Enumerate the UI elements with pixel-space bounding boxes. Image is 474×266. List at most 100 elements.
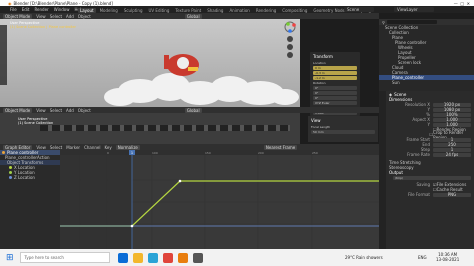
tab-layout[interactable]: Layout	[78, 7, 96, 13]
aspect-x-field[interactable]: 1.000	[433, 117, 471, 122]
pivot-dropdown[interactable]: Nearest Frame	[263, 144, 298, 150]
orientation-dropdown[interactable]: Global	[184, 13, 202, 19]
resolution-y-field[interactable]: 1080 px	[433, 107, 471, 112]
output-section[interactable]: Output	[387, 170, 474, 175]
curve-color-icon	[9, 171, 12, 174]
aspect-y-field[interactable]: 1.000	[433, 122, 471, 127]
tab-uv-editing[interactable]: UV Editing	[147, 8, 172, 13]
viewport-menu-object[interactable]: Object	[78, 14, 91, 19]
viewport-menu-add[interactable]: Add	[66, 14, 74, 19]
rotation-mode-dropdown[interactable]: XYZ Euler	[313, 101, 357, 105]
graph-menu-marker[interactable]: Marker	[66, 145, 80, 150]
edge-icon[interactable]	[147, 252, 158, 263]
graph-menu-key[interactable]: Key	[104, 145, 111, 150]
scene-selector[interactable]: Scene	[344, 7, 374, 12]
frame-start-field[interactable]: 1	[433, 137, 471, 142]
windows-start-icon[interactable]: ⊞	[6, 253, 14, 263]
window-title: Blender [D:\Blender\Plane\Plane - Copy (…	[13, 0, 113, 6]
frame-step-field[interactable]: 1	[433, 147, 471, 152]
location-x-field[interactable]: 0 m	[313, 66, 357, 70]
menu-render[interactable]: Render	[34, 7, 48, 12]
ruler-tick: 100	[152, 151, 158, 155]
filter-icon[interactable]: ⚲	[382, 20, 385, 25]
viewport2-menu-object[interactable]: Object	[78, 108, 91, 113]
outliner-item[interactable]: Sun	[379, 80, 474, 85]
npanel-title: Transform	[313, 54, 333, 59]
rotation-y-field[interactable]: 0°	[313, 91, 357, 95]
rotation-z-field[interactable]: 0°	[313, 96, 357, 100]
tab-modeling[interactable]: Modeling	[98, 8, 120, 13]
input-language[interactable]: ENG	[418, 255, 427, 260]
file-explorer-icon[interactable]	[132, 252, 143, 263]
tab-compositing[interactable]: Compositing	[280, 8, 309, 13]
tab-animation[interactable]: Animation	[227, 8, 251, 13]
viewport2-menu-view[interactable]: View	[36, 108, 46, 113]
clock-date: 13-08-2021	[436, 257, 460, 262]
window-controls[interactable]: — □ ✕	[454, 1, 470, 6]
tab-shading[interactable]: Shading	[205, 8, 225, 13]
frame-rate-dropdown[interactable]: 24 fps	[433, 152, 471, 157]
tab-rendering[interactable]: Rendering	[254, 8, 278, 13]
object-mode-dropdown-2[interactable]: Object Mode	[3, 107, 33, 113]
rotation-label: Rotation	[313, 81, 326, 85]
focal-length-field[interactable]: 50 mm	[311, 130, 375, 134]
3d-viewport-camera[interactable]: User Perspective (1) Scene Collection Vi…	[0, 113, 378, 144]
graph-menu-select[interactable]: Select	[50, 145, 62, 150]
field-label: Frame Rate	[407, 152, 430, 157]
channel-list: Plane controller Plane_controllerAction …	[0, 150, 60, 249]
rotation-x-field[interactable]: 0°	[313, 86, 357, 90]
taskbar-search[interactable]: Type here to search	[19, 252, 110, 263]
chrome-icon[interactable]	[162, 252, 173, 263]
resolution-percent-field[interactable]: 100%	[433, 112, 471, 117]
taskbar-apps	[117, 252, 203, 263]
location-y-field[interactable]: -0.3 m	[313, 71, 357, 75]
tab-sculpting[interactable]: Sculpting	[122, 8, 145, 13]
frame-rate-row: Frame Rate 24 fps	[387, 152, 474, 157]
curve-color-icon	[9, 166, 12, 169]
object-icon	[2, 151, 5, 154]
weather-widget[interactable]: 29°C Rain showers	[345, 255, 383, 260]
navigation-gizmo[interactable]	[282, 21, 298, 61]
ruler-tick: 200	[258, 151, 264, 155]
graph-menu-channel[interactable]: Channel	[84, 145, 100, 150]
outliner-search[interactable]	[386, 20, 437, 24]
viewport-menu-view[interactable]: View	[36, 14, 46, 19]
channel-z-location[interactable]: Z Location	[0, 175, 60, 180]
file-format-dropdown[interactable]: PNG	[433, 192, 471, 197]
normalize-toggle[interactable]: Normalize	[115, 144, 140, 150]
keyframe-point[interactable]	[130, 224, 134, 228]
current-frame-indicator[interactable]: 1	[131, 151, 133, 155]
file-format-label: File Format	[407, 192, 430, 197]
resolution-x-field[interactable]: 1920 px	[433, 102, 471, 107]
tab-texture-paint[interactable]: Texture Paint	[173, 8, 203, 13]
clock[interactable]: 10:36 AM 13-08-2021	[436, 252, 459, 262]
viewport2-menu-add[interactable]: Add	[66, 108, 74, 113]
file-format-row: File Format PNG	[387, 192, 474, 197]
view-collection-label: (1) Scene Collection | Plane controller	[10, 25, 76, 29]
blender-logo-icon: ◉	[8, 0, 12, 6]
frame-end-field[interactable]: 250	[433, 142, 471, 147]
menu-edit[interactable]: Edit	[22, 7, 30, 12]
orientation-dropdown-2[interactable]: Global	[184, 107, 202, 113]
viewport2-info: User Perspective (1) Scene Collection	[18, 117, 53, 125]
channel-label: Z Location	[14, 175, 35, 180]
editor-type-dropdown[interactable]: Graph Editor	[3, 144, 33, 150]
viewport-info: User Perspective (1) Scene Collection | …	[10, 21, 76, 29]
output-path-field[interactable]: /tmp\	[393, 176, 471, 180]
properties-tab-strip[interactable]	[379, 91, 386, 257]
view-layer-selector[interactable]: ViewLayer	[394, 7, 434, 12]
app-icon[interactable]	[192, 252, 203, 263]
outliner: ⚲ Scene Collection Collection Plane Plan…	[379, 19, 474, 91]
3d-viewport[interactable]: User Perspective (1) Scene Collection | …	[0, 19, 360, 116]
keyframe-point[interactable]	[178, 179, 182, 183]
menu-file[interactable]: File	[10, 7, 17, 12]
blender-taskbar-icon[interactable]	[177, 252, 188, 263]
graph-menu-view[interactable]: View	[36, 145, 46, 150]
location-z-field[interactable]: -1.2 m	[313, 76, 357, 80]
menu-window[interactable]: Window	[54, 7, 70, 12]
viewport2-menu-select[interactable]: Select	[50, 108, 62, 113]
viewport-menu-select[interactable]: Select	[50, 14, 62, 19]
object-mode-dropdown[interactable]: Object Mode	[3, 13, 33, 19]
properties-editor: ◈ Scene Dimensions Resolution X 1920 px Y…	[379, 91, 474, 257]
task-view-icon[interactable]	[117, 252, 128, 263]
